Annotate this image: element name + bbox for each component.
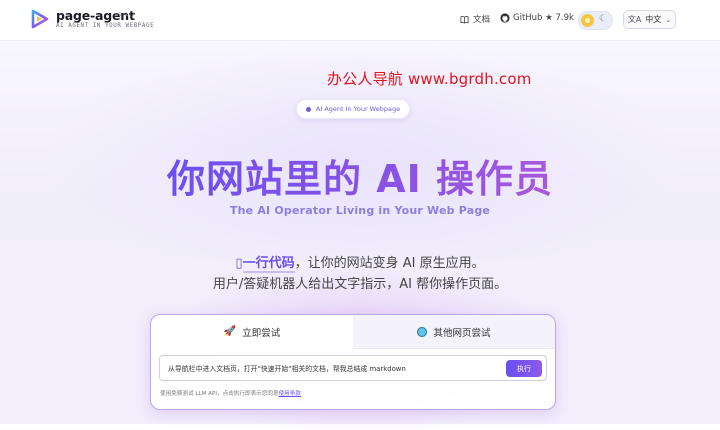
task-input-value: 从导航栏中进入文档页，打开"快速开始"相关的文档，帮我总结成 markdown: [168, 365, 406, 373]
book-icon: [460, 15, 469, 24]
description-highlight: 一行代码: [242, 256, 295, 273]
chevron-down-icon: ⌄: [665, 15, 672, 24]
docs-label: 文档: [473, 15, 491, 25]
github-icon: [500, 13, 510, 23]
tab-try-now[interactable]: 🚀 立即尝试: [151, 315, 353, 348]
top-header: page-agent v1.1.7 AI AGENT IN YOUR WEBPA…: [0, 0, 720, 41]
tab-other-label: 其他网页尝试: [433, 327, 491, 339]
github-label: GitHub ★ 7.9k: [513, 13, 574, 23]
logo-icon: [31, 9, 49, 29]
hero-subtitle: The AI Operator Living in Your Web Page: [229, 204, 491, 217]
version-label: v1.1.7: [115, 12, 135, 18]
github-link[interactable]: GitHub ★ 7.9k: [500, 13, 574, 23]
terms-link[interactable]: 使用条款: [279, 391, 301, 397]
moon-icon: ☾: [599, 14, 608, 24]
task-input[interactable]: 从导航栏中进入文档页，打开"快速开始"相关的文档，帮我总结成 markdown …: [159, 355, 547, 381]
sun-icon: [581, 14, 594, 27]
brand-tagline: AI AGENT IN YOUR WEBPAGE: [56, 23, 155, 29]
notice-text: 使用免费测试 LLM API，点击执行即表示您同意: [160, 391, 279, 397]
badge-dot-icon: [305, 106, 311, 112]
rocket-icon: 🚀: [223, 326, 237, 337]
hero-description-line2: 用户/答疑机器人给出文字指示，AI 帮你操作页面。: [212, 277, 508, 292]
tab-try-label: 立即尝试: [242, 327, 281, 339]
hero-badge: AI Agent In Your Webpage: [296, 99, 410, 119]
terms-notice: 使用免费测试 LLM API，点击执行即表示您同意使用条款: [160, 389, 301, 397]
description-rest: ，让你的网站变身 AI 原生应用。: [294, 256, 485, 271]
hero-title: 你网站里的 AI 操作员: [0, 148, 720, 203]
watermark-overlay: 办公人导航 www.bgrdh.com: [327, 70, 532, 88]
tab-other-pages[interactable]: 其他网页尝试: [353, 315, 555, 349]
theme-toggle[interactable]: ☾: [578, 11, 613, 30]
try-card: 🚀 立即尝试 其他网页尝试 从导航栏中进入文档页，打开"快速开始"相关的文档，帮…: [150, 314, 556, 410]
translate-icon: 文A: [627, 15, 642, 24]
hero-description-line1: ▯一行代码，让你的网站变身 AI 原生应用。: [0, 252, 720, 273]
language-select[interactable]: 文A 中文 ⌄: [623, 10, 676, 29]
docs-link[interactable]: 文档: [460, 13, 490, 25]
globe-icon: [417, 326, 428, 337]
language-label: 中文: [645, 15, 662, 24]
run-button[interactable]: 执行: [506, 360, 542, 377]
description-prefix-glyph: ▯: [235, 256, 243, 271]
badge-label: AI Agent In Your Webpage: [315, 105, 401, 113]
